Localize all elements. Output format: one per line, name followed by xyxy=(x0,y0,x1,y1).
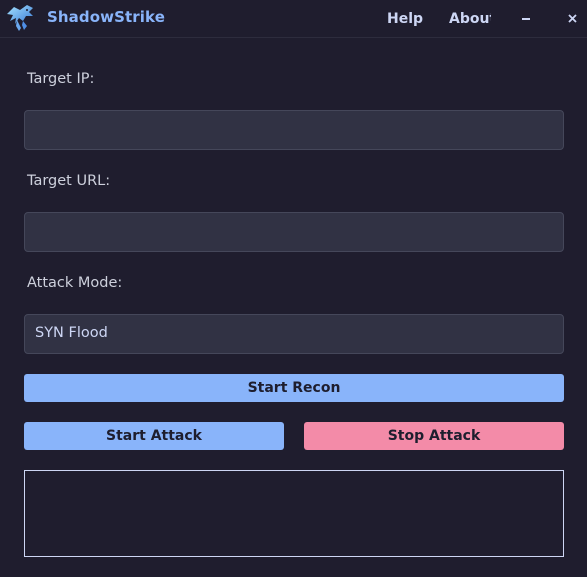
start-attack-button[interactable]: Start Attack xyxy=(24,422,284,450)
hawk-logo-icon xyxy=(7,5,33,31)
target-ip-label: Target IP: xyxy=(27,71,95,87)
stop-attack-button[interactable]: Stop Attack xyxy=(304,422,564,450)
menu-help[interactable]: Help xyxy=(387,11,423,27)
app-title: ShadowStrike xyxy=(47,8,165,26)
title-bar[interactable]: ShadowStrike Help About xyxy=(0,0,587,38)
target-ip-input[interactable] xyxy=(24,110,564,150)
close-icon[interactable] xyxy=(563,8,583,28)
attack-mode-value: SYN Flood xyxy=(35,325,108,341)
app-window: ShadowStrike Help About Target IP: Targe… xyxy=(0,0,587,577)
minimize-icon[interactable] xyxy=(517,8,537,28)
output-log[interactable] xyxy=(24,470,564,557)
start-recon-button[interactable]: Start Recon xyxy=(24,374,564,402)
target-url-input[interactable] xyxy=(24,212,564,252)
attack-mode-select[interactable]: SYN Flood xyxy=(24,314,564,354)
menu-about[interactable]: About xyxy=(449,11,491,27)
attack-mode-label: Attack Mode: xyxy=(27,275,123,291)
target-url-label: Target URL: xyxy=(27,173,111,189)
